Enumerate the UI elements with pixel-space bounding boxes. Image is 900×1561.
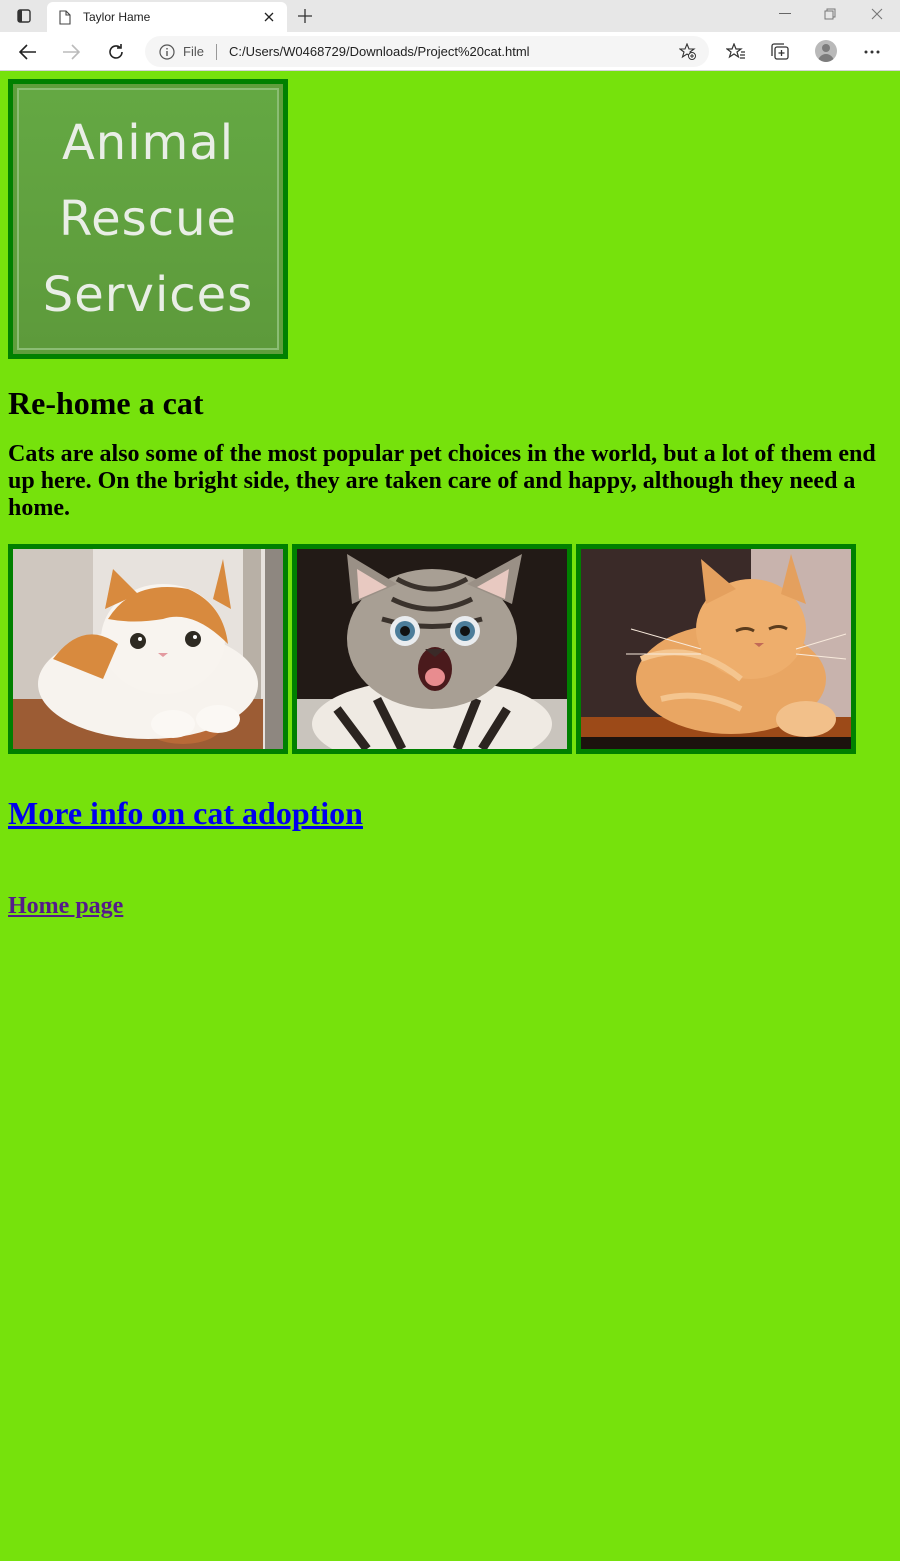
tab-bar: Taylor Hame	[0, 0, 900, 32]
page-heading: Re-home a cat	[8, 385, 204, 421]
cat-photo-orange-white	[8, 544, 288, 754]
collections-icon[interactable]	[767, 39, 793, 65]
tab-title: Taylor Hame	[83, 10, 151, 24]
cat-gallery	[8, 544, 856, 754]
logo-line-2: Rescue	[58, 191, 238, 247]
cat-photo-ginger	[576, 544, 856, 754]
active-tab[interactable]: Taylor Hame	[47, 2, 287, 32]
more-info-link[interactable]: More info on cat adoption	[8, 795, 363, 832]
window-close-icon[interactable]	[862, 4, 892, 24]
address-bar[interactable]: File C:/Users/W0468729/Downloads/Project…	[145, 36, 709, 67]
divider	[215, 43, 217, 60]
tab-actions-icon[interactable]	[10, 6, 38, 26]
more-icon[interactable]	[859, 39, 885, 65]
cat-photo-tabby-kitten	[292, 544, 572, 754]
animal-rescue-logo: Animal Rescue Services	[8, 79, 288, 359]
scheme-label: File	[183, 44, 204, 59]
page-icon	[59, 9, 71, 25]
browser-toolbar: File C:/Users/W0468729/Downloads/Project…	[0, 32, 900, 71]
add-favorite-icon[interactable]	[677, 41, 699, 63]
url-text[interactable]: C:/Users/W0468729/Downloads/Project%20ca…	[229, 44, 677, 59]
close-icon[interactable]	[259, 7, 279, 27]
home-page-link[interactable]: Home page	[8, 893, 123, 920]
forward-arrow-icon[interactable]	[58, 39, 84, 65]
restore-icon[interactable]	[815, 4, 845, 24]
info-icon[interactable]	[159, 43, 175, 60]
logo-line-1: Animal	[61, 115, 235, 171]
page-description: Cats are also some of the most popular p…	[8, 441, 876, 521]
back-arrow-icon[interactable]	[15, 39, 41, 65]
favorites-icon[interactable]	[723, 39, 749, 65]
plus-icon[interactable]	[295, 6, 315, 26]
refresh-icon[interactable]	[103, 39, 129, 65]
profile-icon[interactable]	[815, 40, 837, 62]
minimize-icon[interactable]	[770, 4, 800, 24]
logo-line-3: Services	[42, 267, 254, 323]
